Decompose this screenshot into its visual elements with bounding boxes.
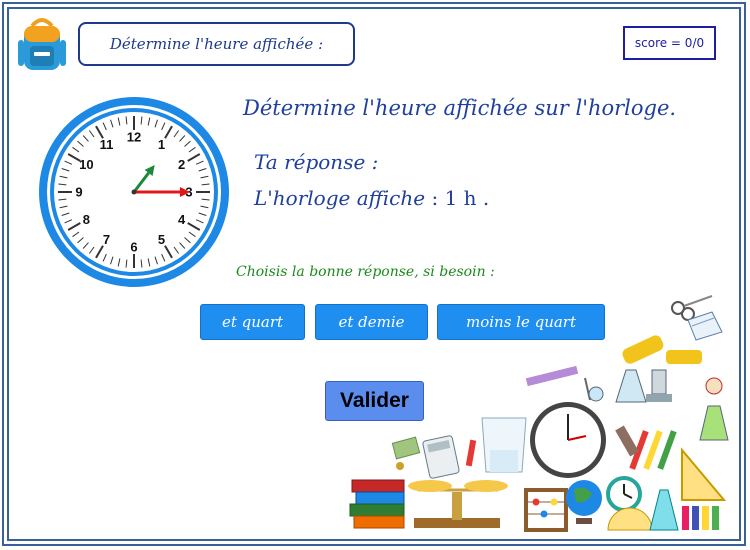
answer-label: Ta réponse : <box>254 150 379 174</box>
balance-scale-icon <box>408 480 508 528</box>
page-title: Détermine l'heure affichée : <box>78 22 355 66</box>
ruler-icon <box>525 365 579 387</box>
answer-value: : 1 h . <box>431 186 490 210</box>
book-stack-icon <box>349 479 405 529</box>
clock-number: 10 <box>79 157 93 172</box>
clock-number: 6 <box>130 240 137 255</box>
analog-clock: 121234567891011 <box>39 97 229 287</box>
clock-number: 9 <box>75 185 82 200</box>
backpack-icon <box>18 18 66 70</box>
clock-number: 2 <box>178 157 185 172</box>
small-clock-icon <box>606 476 642 512</box>
choice-et-quart-button[interactable]: et quart <box>200 304 305 340</box>
answer-prefix: L'horloge affiche <box>254 186 426 210</box>
abacus-icon <box>524 488 568 532</box>
clock-number: 7 <box>103 232 110 247</box>
globe-icon <box>566 480 602 524</box>
protractor-icon <box>607 507 653 531</box>
markers-icon <box>682 506 719 530</box>
set-square-icon <box>681 447 727 501</box>
clock-number: 8 <box>83 212 90 227</box>
clock-number: 5 <box>158 232 165 247</box>
clock-number: 12 <box>127 130 141 145</box>
calculator-icon <box>422 435 460 479</box>
answer-line: L'horloge affiche : 1 h . <box>254 186 489 210</box>
school-supplies-illustration <box>349 295 729 532</box>
beaker-icon <box>481 417 527 473</box>
clock-number: 1 <box>158 137 165 152</box>
clock-number: 4 <box>178 212 186 227</box>
lab-equipment-icon <box>584 369 729 441</box>
wall-clock-icon <box>530 402 606 478</box>
question-text: Détermine l'heure affichée sur l'horloge… <box>243 96 677 120</box>
clock-number: 11 <box>100 137 114 152</box>
pencils-icon <box>615 425 677 470</box>
clock-center <box>131 189 137 195</box>
measuring-tape-icon <box>622 335 702 364</box>
hint-text: Choisis la bonne réponse, si besoin : <box>236 264 495 280</box>
flask-icon <box>649 489 679 531</box>
score-display: score = 0/0 <box>623 26 716 60</box>
